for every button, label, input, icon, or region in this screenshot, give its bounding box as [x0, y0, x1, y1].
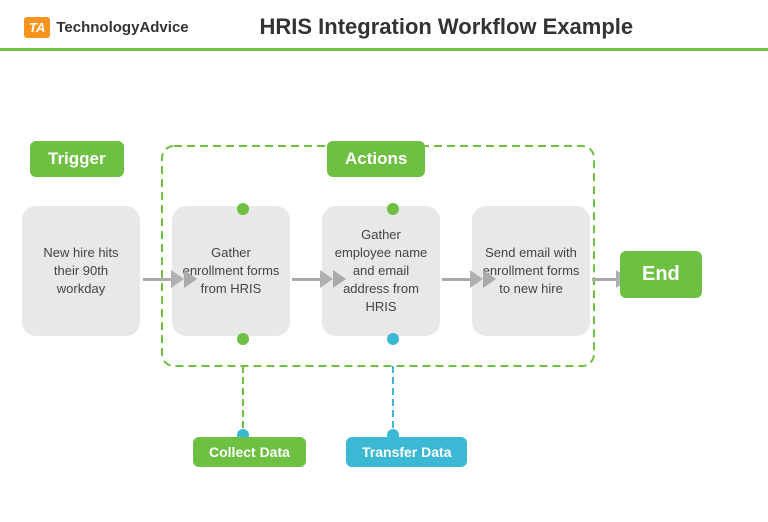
logo: TA TechnologyAdvice: [24, 17, 189, 38]
dot-box2-top: [237, 203, 249, 215]
diagram-area: Trigger Actions New hire hits their 90th…: [0, 51, 768, 481]
page-title: HRIS Integration Workflow Example: [189, 14, 704, 40]
arrow-line-3: [442, 278, 470, 281]
process-box-1: New hire hits their 90th workday: [22, 206, 140, 336]
process-box-1-text: New hire hits their 90th workday: [32, 244, 130, 299]
end-label: End: [620, 251, 702, 298]
arrow-3-4: [442, 270, 496, 288]
dot-box2-bottom: [237, 333, 249, 345]
logo-brand: Technology: [56, 19, 139, 36]
process-box-3-text: Gather employee name and email address f…: [332, 226, 430, 317]
arrow-line-1: [143, 278, 171, 281]
logo-ta: TA: [29, 20, 45, 35]
process-box-4-text: Send email with enrollment forms to new …: [482, 244, 580, 299]
arrow-1-2: [143, 270, 197, 288]
actions-label: Actions: [327, 141, 425, 177]
dot-box3-top: [387, 203, 399, 215]
logo-suffix: Advice: [139, 19, 188, 36]
collect-data-label: Collect Data: [193, 437, 306, 467]
dot-box3-bottom: [387, 333, 399, 345]
arrowhead-3: [470, 270, 483, 288]
arrow-line-2: [292, 278, 320, 281]
page-container: TA TechnologyAdvice HRIS Integration Wor…: [0, 0, 768, 522]
arrow-2-3: [292, 270, 346, 288]
transfer-data-label: Transfer Data: [346, 437, 467, 467]
arrow-line-4: [592, 278, 616, 281]
arrowhead-1: [171, 270, 184, 288]
logo-text: TechnologyAdvice: [56, 19, 188, 36]
header: TA TechnologyAdvice HRIS Integration Wor…: [0, 0, 768, 51]
arrowhead-2: [320, 270, 333, 288]
logo-box: TA: [24, 17, 50, 38]
trigger-label: Trigger: [30, 141, 124, 177]
